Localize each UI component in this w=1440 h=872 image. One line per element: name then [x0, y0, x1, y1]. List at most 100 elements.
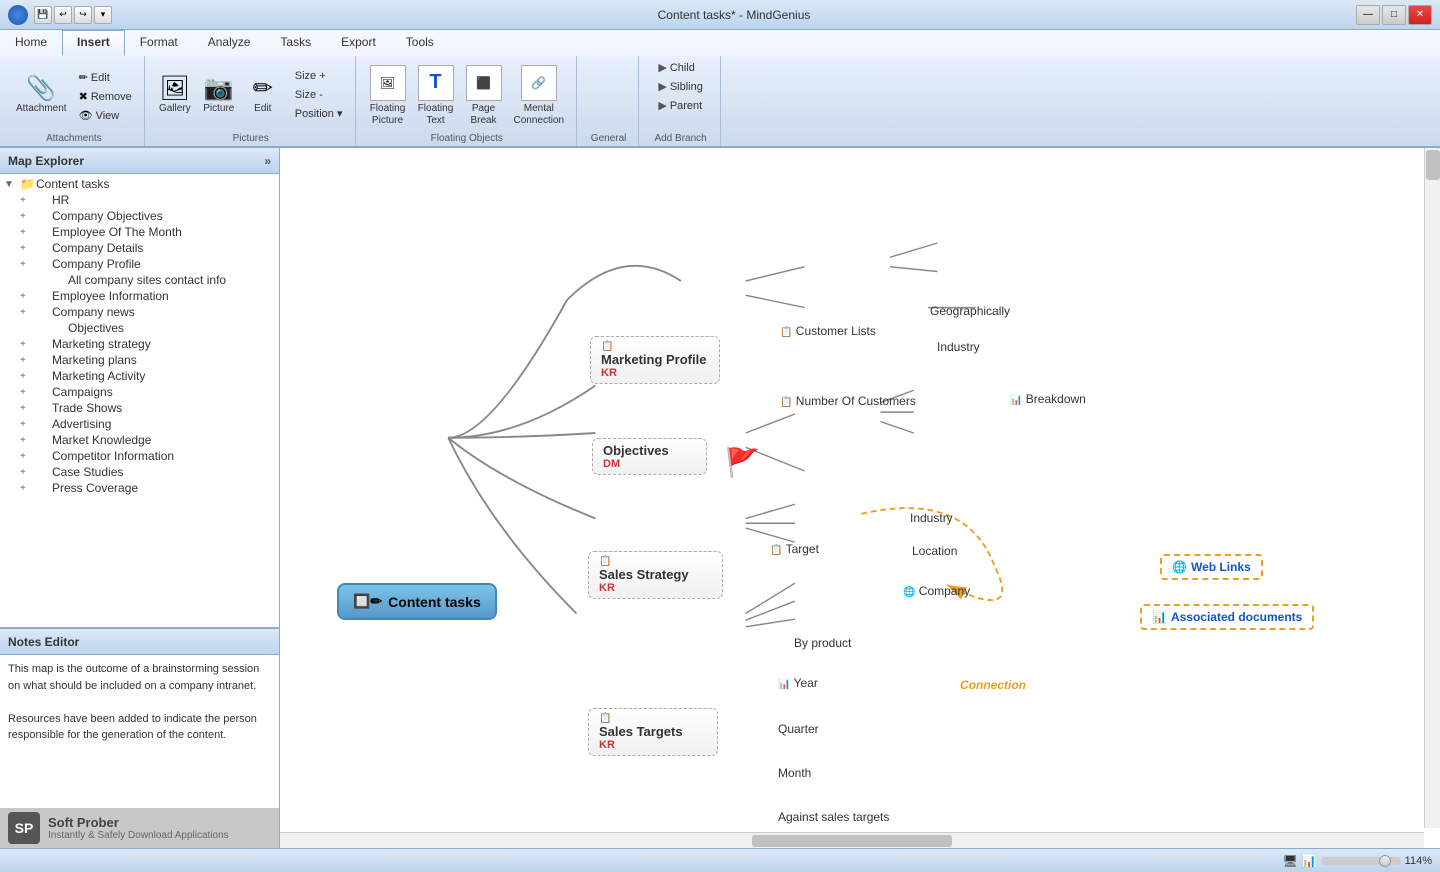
node-web-links[interactable]: 🌐 Web Links — [1160, 554, 1263, 580]
save-quick-btn[interactable]: 💾 — [34, 6, 52, 24]
root-node[interactable]: 🔲✏ Content tasks — [337, 583, 497, 620]
node-by-product[interactable]: By product — [784, 632, 861, 654]
tree-toggle-marketing-plans[interactable]: + — [20, 355, 36, 366]
sibling-button[interactable]: ▶ Sibling — [654, 79, 707, 96]
tab-home[interactable]: Home — [0, 30, 62, 56]
gallery-button[interactable]: 🖼 Gallery — [155, 74, 195, 118]
tree-toggle-case-studies[interactable]: + — [20, 467, 36, 478]
node-month[interactable]: Month — [768, 762, 821, 784]
node-sales-targets[interactable]: 📋 Sales Targets KR — [588, 708, 718, 756]
node-associated-docs[interactable]: 📊 Associated documents — [1140, 604, 1314, 630]
picture-button[interactable]: 📷 Picture — [199, 74, 239, 118]
title-bar: 💾 ↩ ↪ ▾ Content tasks* - MindGenius — □ … — [0, 0, 1440, 30]
tree-toggle-press-coverage[interactable]: + — [20, 483, 36, 494]
tree-toggle-marketing-activity[interactable]: + — [20, 371, 36, 382]
floating-picture-button[interactable]: 🖼 FloatingPicture — [366, 62, 410, 130]
tree-toggle-hr[interactable]: + — [20, 195, 36, 206]
floating-text-button[interactable]: T FloatingText — [414, 62, 458, 130]
size-minus-button[interactable]: Size - — [291, 87, 347, 104]
zoom-slider[interactable] — [1321, 857, 1401, 865]
tree-toggle-trade-shows[interactable]: + — [20, 403, 36, 414]
position-button[interactable]: Position ▾ — [291, 106, 347, 123]
node-company[interactable]: 🌐 Company — [893, 580, 980, 602]
tree-item-hr[interactable]: + HR — [0, 192, 279, 208]
canvas-area[interactable]: 🔲✏ Content tasks 📋 Marketing Profile KR … — [280, 148, 1440, 848]
tree-item-marketing-plans[interactable]: + Marketing plans — [0, 352, 279, 368]
node-number-of-customers[interactable]: 📋 Number Of Customers — [770, 390, 926, 412]
map-explorer-tree[interactable]: ▼ 📁 Content tasks + HR + Company Objecti… — [0, 174, 279, 628]
node-industry-2[interactable]: Industry — [900, 507, 963, 529]
tree-item-company-objectives[interactable]: + Company Objectives — [0, 208, 279, 224]
node-objectives[interactable]: Objectives DM — [592, 438, 707, 475]
node-against-sales-targets[interactable]: Against sales targets — [768, 806, 899, 828]
tree-item-company-news[interactable]: + Company news — [0, 304, 279, 320]
parent-button[interactable]: ▶ Parent — [654, 98, 706, 115]
node-quarter-1[interactable]: Quarter — [768, 718, 829, 740]
tree-item-press-coverage[interactable]: + Press Coverage — [0, 480, 279, 496]
tree-toggle-campaigns[interactable]: + — [20, 387, 36, 398]
tree-toggle-company-details[interactable]: + — [20, 243, 36, 254]
tree-toggle-employee-of-month[interactable]: + — [20, 227, 36, 238]
zoom-thumb[interactable] — [1379, 855, 1391, 867]
horizontal-scrollbar[interactable] — [280, 832, 1424, 848]
tree-toggle-employee-information[interactable]: + — [20, 291, 36, 302]
tree-item-company-details[interactable]: + Company Details — [0, 240, 279, 256]
tab-analyze[interactable]: Analyze — [193, 30, 266, 56]
tab-tasks[interactable]: Tasks — [265, 30, 326, 56]
tree-item-marketing-activity[interactable]: + Marketing Activity — [0, 368, 279, 384]
child-button[interactable]: ▶ Child — [654, 60, 699, 77]
tree-item-employee-of-month[interactable]: + Employee Of The Month — [0, 224, 279, 240]
view-attachment-button[interactable]: 👁 View — [75, 108, 136, 125]
tree-item-advertising[interactable]: + Advertising — [0, 416, 279, 432]
tree-item-content-tasks[interactable]: ▼ 📁 Content tasks — [0, 176, 279, 192]
node-location[interactable]: Location — [902, 540, 967, 562]
notes-editor-content[interactable]: This map is the outcome of a brainstormi… — [0, 655, 279, 808]
tree-toggle-market-knowledge[interactable]: + — [20, 435, 36, 446]
node-sales-strategy[interactable]: 📋 Sales Strategy KR — [588, 551, 723, 599]
redo-quick-btn[interactable]: ↪ — [74, 6, 92, 24]
page-break-button[interactable]: ⬛ PageBreak — [462, 62, 506, 130]
node-customer-lists[interactable]: 📋 Customer Lists — [770, 320, 886, 342]
tree-toggle-marketing-strategy[interactable]: + — [20, 339, 36, 350]
tab-tools[interactable]: Tools — [391, 30, 449, 56]
tree-item-marketing-strategy[interactable]: + Marketing strategy — [0, 336, 279, 352]
edit-picture-button[interactable]: ✏ Edit — [243, 74, 283, 118]
tree-item-employee-information[interactable]: + Employee Information — [0, 288, 279, 304]
tab-format[interactable]: Format — [125, 30, 193, 56]
tab-export[interactable]: Export — [326, 30, 391, 56]
tree-toggle-company-profile[interactable]: + — [20, 259, 36, 270]
tree-toggle-competitor-information[interactable]: + — [20, 451, 36, 462]
mental-connection-button[interactable]: 🔗 MentalConnection — [510, 62, 569, 130]
tree-toggle-advertising[interactable]: + — [20, 419, 36, 430]
vertical-scrollbar[interactable] — [1424, 148, 1440, 828]
close-btn[interactable]: ✕ — [1408, 5, 1432, 25]
tree-item-company-profile[interactable]: + Company Profile — [0, 256, 279, 272]
edit-attachment-button[interactable]: ✏ Edit — [75, 70, 136, 87]
node-target[interactable]: 📋 Target — [760, 538, 829, 560]
more-quick-btn[interactable]: ▾ — [94, 6, 112, 24]
undo-quick-btn[interactable]: ↩ — [54, 6, 72, 24]
maximize-btn[interactable]: □ — [1382, 5, 1406, 25]
tree-item-case-studies[interactable]: + Case Studies — [0, 464, 279, 480]
attachment-button[interactable]: 📎 Attachment — [12, 74, 71, 118]
mindmap-canvas[interactable]: 🔲✏ Content tasks 📋 Marketing Profile KR … — [280, 148, 1424, 832]
tree-item-market-knowledge[interactable]: + Market Knowledge — [0, 432, 279, 448]
node-year-1[interactable]: 📊 Year — [768, 672, 828, 694]
tree-item-trade-shows[interactable]: + Trade Shows — [0, 400, 279, 416]
minimize-btn[interactable]: — — [1356, 5, 1380, 25]
node-geographically[interactable]: Geographically — [920, 300, 1020, 322]
tree-item-objectives[interactable]: Objectives — [0, 320, 279, 336]
tree-item-campaigns[interactable]: + Campaigns — [0, 384, 279, 400]
tree-item-competitor-information[interactable]: + Competitor Information — [0, 448, 279, 464]
tree-toggle-company-objectives[interactable]: + — [20, 211, 36, 222]
sidebar-collapse-button[interactable]: » — [264, 154, 271, 168]
node-breakdown[interactable]: 📊 Breakdown — [1000, 388, 1096, 410]
tab-insert[interactable]: Insert — [62, 30, 125, 56]
node-marketing-profile[interactable]: 📋 Marketing Profile KR — [590, 336, 720, 384]
tree-item-all-company-sites[interactable]: All company sites contact info — [0, 272, 279, 288]
node-industry-1[interactable]: Industry — [927, 336, 990, 358]
tree-toggle-content-tasks[interactable]: ▼ — [4, 179, 20, 190]
size-plus-button[interactable]: Size + — [291, 68, 347, 85]
tree-toggle-company-news[interactable]: + — [20, 307, 36, 318]
remove-attachment-button[interactable]: ✖ Remove — [75, 89, 136, 106]
